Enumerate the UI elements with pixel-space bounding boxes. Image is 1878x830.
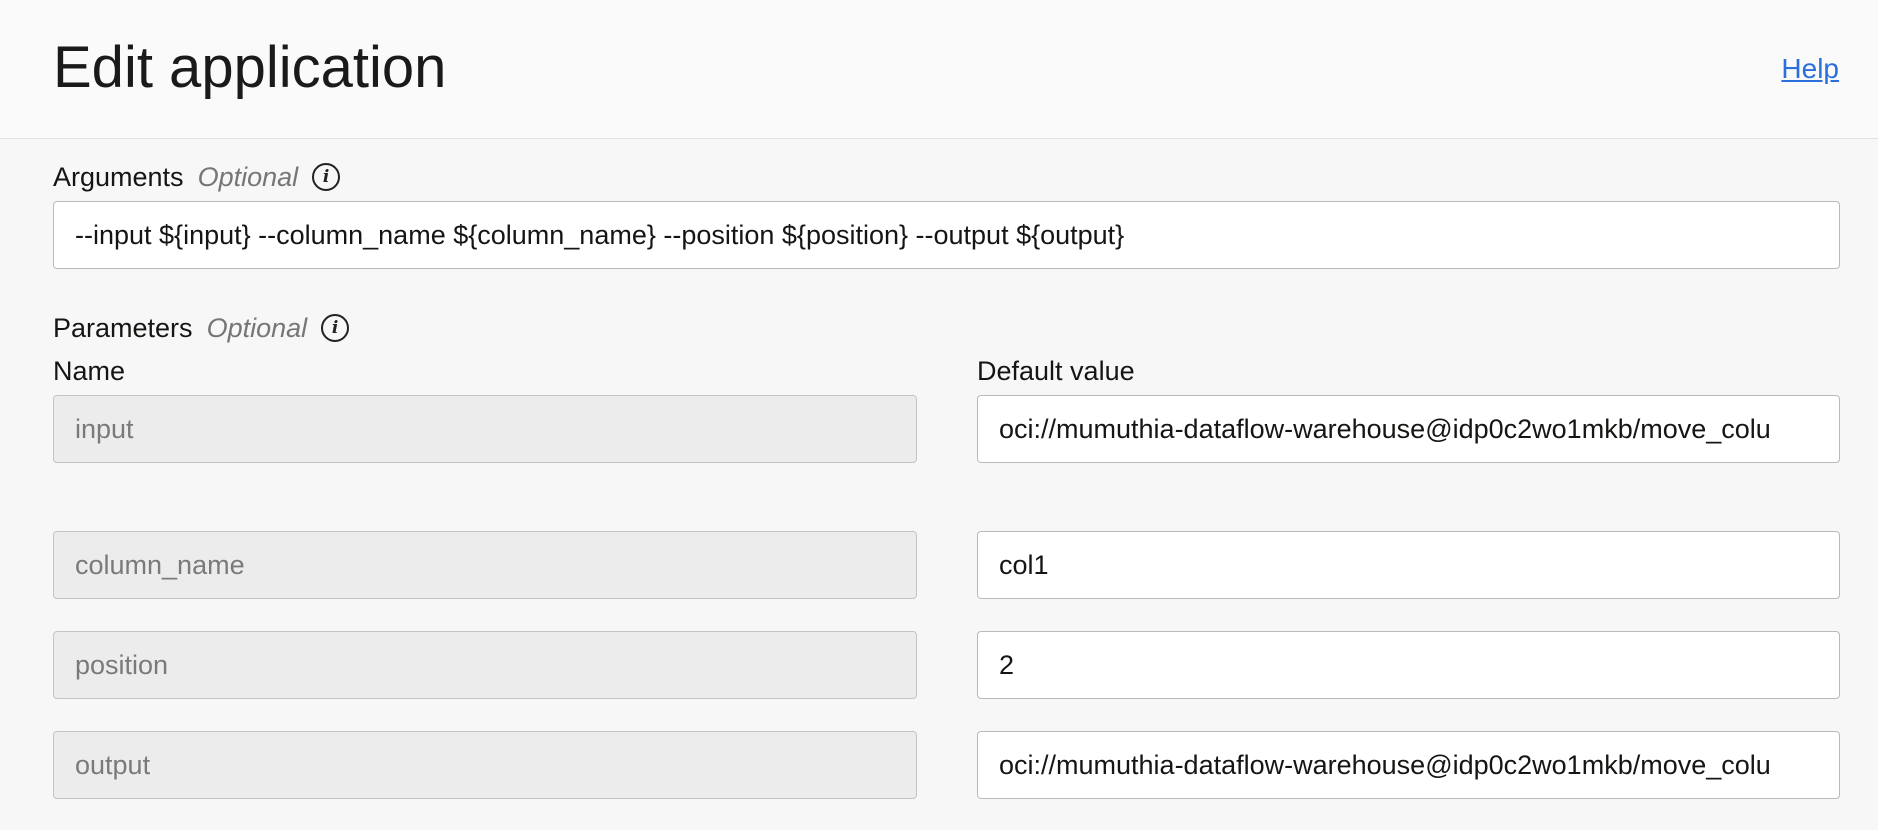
name-column-header: Name — [53, 356, 126, 386]
arguments-input[interactable]: --input ${input} --column_name ${column_… — [53, 201, 1840, 269]
parameters-label: Parameters Optional i — [53, 310, 350, 346]
parameter-name-input: position — [53, 631, 917, 699]
info-icon[interactable]: i — [312, 163, 341, 191]
parameter-name-input: output — [53, 731, 917, 799]
parameter-default-value-input[interactable]: 2 — [977, 631, 1840, 699]
info-icon[interactable]: i — [321, 314, 350, 342]
arguments-optional-tag: Optional — [197, 161, 299, 192]
parameters-optional-tag: Optional — [206, 312, 308, 343]
arguments-label-text: Arguments — [53, 161, 184, 192]
parameter-default-value-input[interactable]: col1 — [977, 531, 1840, 599]
parameter-default-value-input[interactable]: oci://mumuthia-dataflow-warehouse@idp0c2… — [977, 731, 1840, 799]
arguments-label: Arguments Optional i — [53, 159, 341, 195]
page-header: Edit application Help — [0, 0, 1878, 139]
default-value-column-header: Default value — [977, 356, 1135, 386]
parameter-name-input: column_name — [53, 531, 917, 599]
parameter-default-value-input[interactable]: oci://mumuthia-dataflow-warehouse@idp0c2… — [977, 395, 1840, 463]
parameter-name-input: input — [53, 395, 917, 463]
help-link[interactable]: Help — [1781, 52, 1839, 86]
parameters-label-text: Parameters — [53, 312, 193, 343]
page-title: Edit application — [53, 35, 447, 100]
